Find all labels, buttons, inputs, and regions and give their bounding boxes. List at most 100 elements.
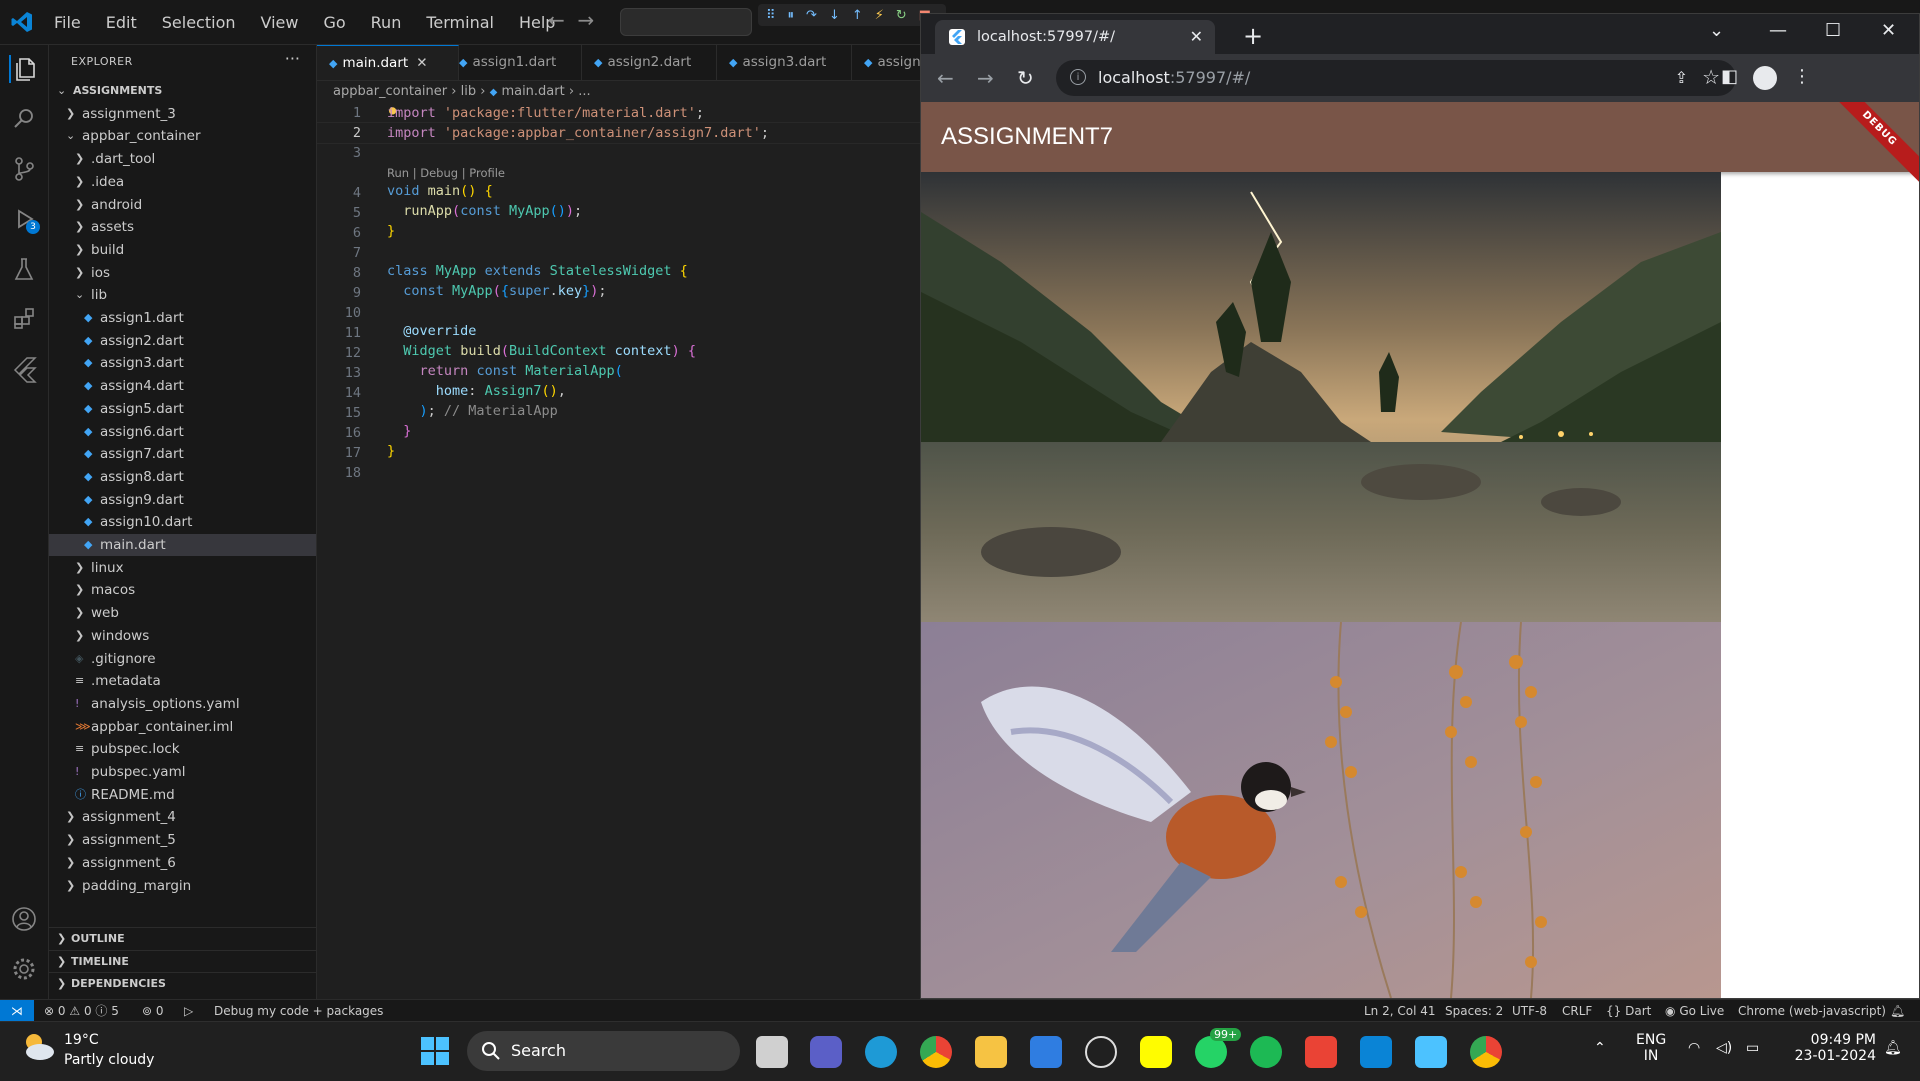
- back-arrow-icon[interactable]: ←: [548, 8, 565, 32]
- codelens-run-debug-profile[interactable]: Run | Debug | Profile: [387, 166, 505, 180]
- language-mode[interactable]: {} Dart: [1606, 1000, 1651, 1022]
- tree-item[interactable]: ◆ assign5.dart: [49, 398, 316, 420]
- tree-item[interactable]: ❯ assignment_4: [49, 806, 316, 828]
- code-editor[interactable]: 1 2 3 4 5 6 7 8 9 10 11 12 13 14 15 16 17 18 ● import 'pa…: [317, 103, 920, 999]
- share-icon[interactable]: ⇪: [1675, 68, 1688, 87]
- app-taskbar-icon[interactable]: [1415, 1036, 1447, 1068]
- step-out-icon[interactable]: ↑: [852, 8, 863, 23]
- pause-icon[interactable]: ⏸: [788, 8, 795, 23]
- back-icon[interactable]: ←: [937, 66, 954, 90]
- tab-main-dart[interactable]: ◆ main.dart ✕: [317, 45, 459, 80]
- tree-item[interactable]: ◆ assign9.dart: [49, 489, 316, 511]
- tree-item[interactable]: ! analysis_options.yaml: [49, 693, 316, 715]
- tree-item[interactable]: ❯ .idea: [49, 171, 316, 193]
- indentation[interactable]: Spaces: 2: [1445, 1000, 1503, 1022]
- tree-item[interactable]: ❯ build: [49, 239, 316, 261]
- tree-item[interactable]: ❯ .dart_tool: [49, 148, 316, 170]
- menu-view[interactable]: View: [261, 13, 299, 32]
- close-tab-icon[interactable]: ✕: [1190, 20, 1203, 54]
- close-icon[interactable]: ✕: [416, 55, 427, 71]
- tree-item[interactable]: ⌄ appbar_container: [49, 125, 316, 147]
- tree-item[interactable]: ❯ linux: [49, 557, 316, 579]
- spotify-icon[interactable]: [1250, 1036, 1282, 1068]
- settings-gear-icon[interactable]: [10, 955, 38, 983]
- menu-go[interactable]: Go: [323, 13, 345, 32]
- breadcrumb-folder[interactable]: appbar_container: [333, 84, 447, 99]
- menu-edit[interactable]: Edit: [106, 13, 137, 32]
- chrome-active-taskbar-icon[interactable]: [1470, 1036, 1502, 1068]
- tree-item[interactable]: ◆ assign10.dart: [49, 511, 316, 533]
- cursor-position[interactable]: Ln 2, Col 41: [1364, 1000, 1436, 1022]
- debug-mode-label[interactable]: Debug my code + packages: [214, 1000, 383, 1022]
- source-control-icon[interactable]: [10, 155, 38, 183]
- line-endings[interactable]: CRLF: [1562, 1000, 1592, 1022]
- testing-icon[interactable]: [10, 255, 38, 283]
- tree-item[interactable]: ❯ assignment_5: [49, 829, 316, 851]
- new-tab-plus-icon[interactable]: +: [1243, 22, 1263, 50]
- windows-start-icon[interactable]: [420, 1036, 452, 1068]
- drag-handle-icon[interactable]: ⠿: [766, 8, 776, 23]
- gmail-icon[interactable]: [1305, 1036, 1337, 1068]
- step-into-icon[interactable]: ↓: [829, 8, 840, 23]
- edge-icon[interactable]: [865, 1036, 897, 1068]
- tree-item[interactable]: ❯ padding_margin: [49, 875, 316, 897]
- tree-item[interactable]: ◆ assign4.dart: [49, 375, 316, 397]
- close-window-icon[interactable]: ✕: [1881, 20, 1896, 41]
- tree-item[interactable]: ◆ assign8.dart: [49, 466, 316, 488]
- forward-icon[interactable]: →: [977, 66, 994, 90]
- tree-item[interactable]: ❯ windows: [49, 625, 316, 647]
- tree-item[interactable]: ◆ assign3.dart: [49, 352, 316, 374]
- menu-kebab-icon[interactable]: ⋮: [1793, 66, 1811, 87]
- site-info-icon[interactable]: i: [1070, 69, 1086, 85]
- wifi-icon[interactable]: ◠: [1688, 1040, 1700, 1056]
- search-icon[interactable]: [10, 105, 38, 133]
- tree-item[interactable]: ❯ assignment_3: [49, 103, 316, 125]
- tab-assign3-dart[interactable]: ◆ assign3.dart: [717, 45, 852, 80]
- snapchat-icon[interactable]: [1140, 1036, 1172, 1068]
- notifications-bell-icon[interactable]: 🔔︎: [1890, 1000, 1905, 1022]
- tab-search-chevron-icon[interactable]: ⌄: [1709, 20, 1724, 41]
- menu-terminal[interactable]: Terminal: [426, 13, 494, 32]
- restart-icon[interactable]: ↻: [896, 8, 907, 23]
- extensions-icon[interactable]: [10, 305, 38, 333]
- tree-item[interactable]: ≡ pubspec.lock: [49, 738, 316, 760]
- tree-item[interactable]: ◆ main.dart: [49, 534, 316, 556]
- menu-selection[interactable]: Selection: [162, 13, 236, 32]
- profile-avatar[interactable]: [1753, 66, 1777, 90]
- url-text[interactable]: localhost:57997/#/: [1098, 60, 1250, 96]
- tree-item[interactable]: ❯ assets: [49, 216, 316, 238]
- task-view-icon[interactable]: [756, 1036, 788, 1068]
- flutter-icon[interactable]: [10, 355, 38, 383]
- volume-icon[interactable]: ◁): [1716, 1040, 1732, 1056]
- tree-item[interactable]: ◈ .gitignore: [49, 648, 316, 670]
- accounts-icon[interactable]: [10, 905, 38, 933]
- browser-tab[interactable]: localhost:57997/#/ ✕: [935, 20, 1215, 54]
- taskbar-search[interactable]: Search: [467, 1031, 740, 1071]
- chevron-up-icon[interactable]: ⌃: [1594, 1040, 1606, 1056]
- outline-section[interactable]: ❯ OUTLINE: [49, 927, 316, 950]
- remote-indicator-icon[interactable]: ⋊: [0, 1000, 34, 1022]
- reload-icon[interactable]: ↻: [1017, 66, 1034, 90]
- debug-run-icon[interactable]: ▷: [184, 1000, 193, 1022]
- file-explorer-icon[interactable]: [975, 1036, 1007, 1068]
- breadcrumb-more[interactable]: ...: [578, 84, 590, 99]
- dependencies-section[interactable]: ❯ DEPENDENCIES: [49, 972, 316, 995]
- command-center[interactable]: [620, 8, 752, 36]
- menu-run[interactable]: Run: [371, 13, 402, 32]
- timeline-section[interactable]: ❯ TIMELINE: [49, 950, 316, 973]
- tree-item[interactable]: ❯ web: [49, 602, 316, 624]
- go-live[interactable]: ◉ Go Live: [1665, 1000, 1724, 1022]
- tab-assign1-dart[interactable]: ◆ assign1.dart: [447, 45, 582, 80]
- more-actions-icon[interactable]: ···: [285, 49, 300, 68]
- chrome-taskbar-icon[interactable]: [920, 1036, 952, 1068]
- problems-indicator[interactable]: ⊗ 0 ⚠ 0 ⓘ 5: [44, 1000, 119, 1022]
- tree-item[interactable]: ⌄ ASSIGNMENTS: [49, 80, 316, 102]
- tree-item[interactable]: ❯ macos: [49, 579, 316, 601]
- address-bar[interactable]: i localhost:57997/#/ ⇪ ☆: [1056, 60, 1736, 96]
- step-over-icon[interactable]: ↷: [806, 8, 817, 23]
- notifications-bell-icon[interactable]: 🔔︎: [1884, 1040, 1902, 1056]
- clock[interactable]: 09:49 PM 23-01-2024: [1786, 1032, 1876, 1064]
- language-indicator[interactable]: ENG IN: [1636, 1032, 1666, 1064]
- encoding[interactable]: UTF-8: [1512, 1000, 1547, 1022]
- tree-item[interactable]: ⌄ lib: [49, 284, 316, 306]
